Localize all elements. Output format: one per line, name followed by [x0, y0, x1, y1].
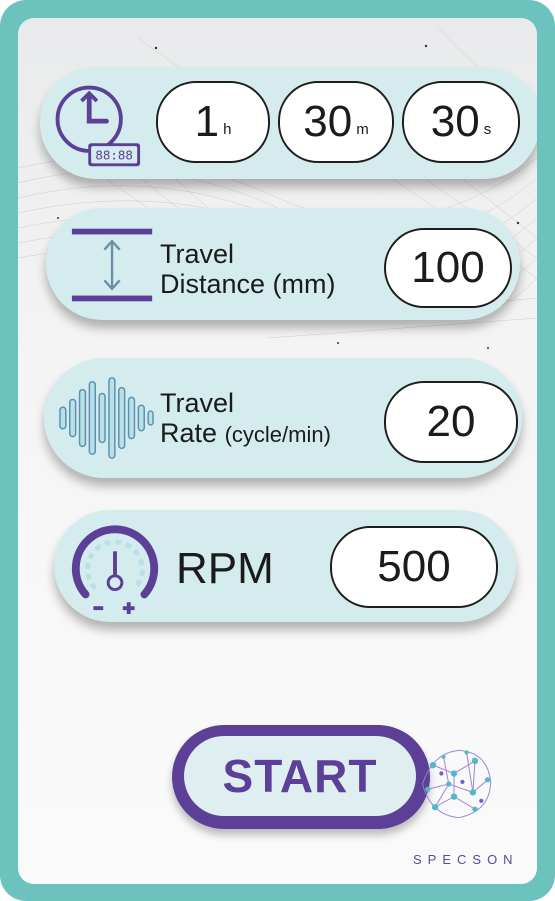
minutes-unit: m — [356, 120, 369, 138]
travel-rate-value: 20 — [426, 397, 476, 446]
travel-distance-label-line2: Distance (mm) — [160, 269, 336, 299]
seconds-unit: s — [483, 120, 492, 138]
start-button[interactable]: START — [172, 725, 430, 829]
seconds-value: 30 — [430, 97, 480, 146]
svg-text:88:88: 88:88 — [95, 148, 133, 163]
travel-rate-label-line2a: Rate — [160, 418, 218, 448]
travel-rate-field[interactable]: 20 — [384, 381, 518, 463]
app-screen: 88:88 1 h 30 m 30 s Travel Distance (mm) — [18, 18, 537, 884]
hours-value: 1 — [194, 97, 220, 146]
rpm-label: RPM — [176, 544, 274, 593]
clock-timer-icon: 88:88 — [55, 85, 141, 167]
device-frame: 88:88 1 h 30 m 30 s Travel Distance (mm) — [0, 0, 555, 901]
travel-rate-label-line1: Travel — [160, 388, 235, 418]
travel-distance-label-line1: Travel — [160, 239, 235, 269]
travel-distance-label: Travel Distance (mm) — [160, 239, 336, 299]
rpm-value: 500 — [377, 542, 451, 591]
hours-unit: h — [223, 120, 232, 138]
sound-wave-icon — [59, 377, 154, 459]
travel-rate-label: Travel Rate (cycle/min) — [160, 388, 331, 450]
seconds-field[interactable]: 30 s — [402, 81, 520, 163]
minutes-value: 30 — [303, 97, 353, 146]
start-button-label: START — [184, 736, 416, 816]
vertical-distance-icon — [71, 228, 153, 302]
rpm-field[interactable]: 500 — [330, 526, 498, 608]
hours-field[interactable]: 1 h — [156, 81, 270, 163]
travel-rate-label-line2b: (cycle/min) — [224, 422, 331, 447]
brand-name: SPECSON — [413, 852, 519, 867]
brain-network-logo — [421, 749, 492, 819]
minutes-field[interactable]: 30 m — [278, 81, 394, 163]
travel-distance-field[interactable]: 100 — [384, 228, 512, 308]
travel-distance-value: 100 — [411, 243, 485, 292]
speed-gauge-icon — [71, 525, 159, 615]
